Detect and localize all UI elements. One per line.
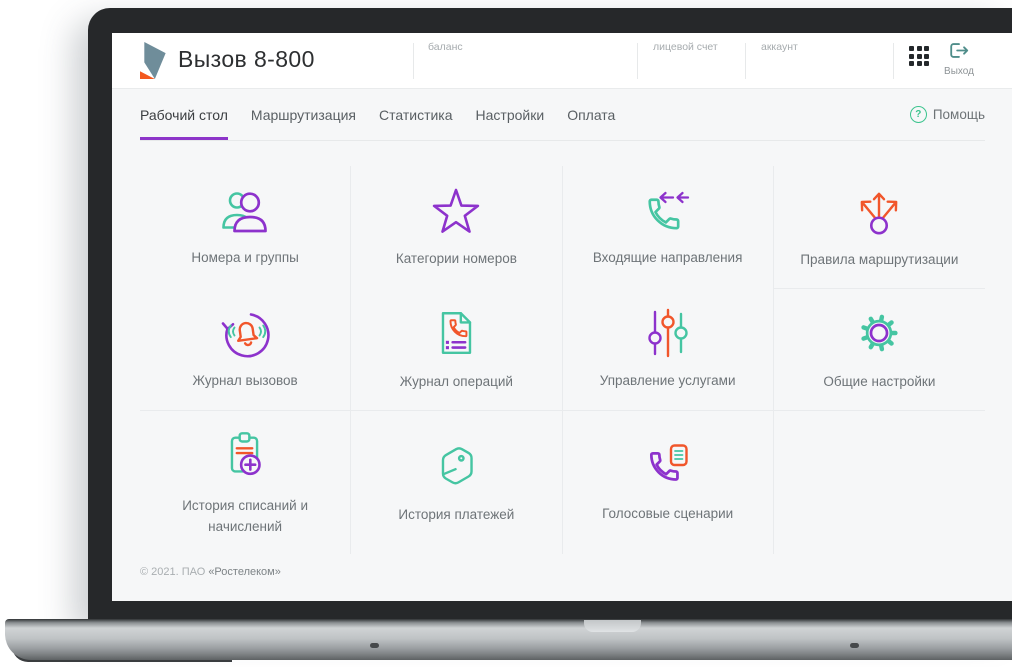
apps-grid-button[interactable] — [909, 46, 931, 68]
tile-charges-history[interactable]: История списаний и начислений — [140, 411, 352, 554]
tab-desktop[interactable]: Рабочий стол — [140, 89, 228, 140]
laptop-lid-notch — [584, 620, 641, 632]
tile-label: Журнал операций — [399, 374, 513, 390]
tile-number-categories[interactable]: Категории номеров — [351, 166, 563, 289]
tab-statistics[interactable]: Статистика — [379, 89, 453, 140]
rubber-foot — [850, 643, 859, 648]
app-title: Вызов 8-800 — [178, 46, 315, 72]
tile-label: Общие настройки — [823, 374, 936, 390]
tile-payment-history[interactable]: История платежей — [351, 411, 563, 554]
footer-copyright: © 2021. ПАО «Ростелеком» — [140, 566, 281, 578]
tile-call-log[interactable]: Журнал вызовов — [140, 289, 352, 411]
help-link[interactable]: ? Помощь — [909, 89, 985, 140]
header-divider — [745, 43, 746, 79]
laptop-screen: Вызов 8-800 баланс лицевой счет аккаунт … — [112, 33, 1012, 601]
rostelecom-logo-icon — [140, 42, 167, 79]
tile-label: История списаний и начислений — [182, 498, 309, 534]
operations-document-icon — [442, 312, 472, 355]
users-icon — [222, 192, 267, 233]
tile-label: Управление услугами — [599, 373, 736, 389]
wallet-icon — [442, 447, 474, 485]
laptop-base — [5, 619, 1012, 660]
tile-label: История платежей — [398, 507, 515, 523]
main-nav: Рабочий стол Маршрутизация Статистика На… — [140, 89, 985, 141]
dashboard-tile-grid: Номера и группы Категории номеров Входящ… — [140, 166, 985, 554]
logout-label: Выход — [944, 66, 974, 77]
gear-icon — [861, 315, 898, 352]
sliders-icon — [647, 309, 688, 358]
logout-button[interactable]: Выход — [938, 42, 980, 77]
star-icon — [433, 189, 480, 234]
tab-routing[interactable]: Маршрутизация — [251, 89, 356, 140]
clipboard-plus-icon — [230, 432, 261, 476]
tile-service-management[interactable]: Управление услугами — [562, 289, 774, 411]
tile-label: Номера и группы — [191, 250, 299, 266]
incoming-call-icon — [648, 192, 689, 230]
empty-grid-cell — [774, 411, 985, 554]
tile-label: Голосовые сценарии — [602, 506, 734, 522]
voice-script-icon — [649, 444, 688, 482]
tile-voice-scenarios[interactable]: Голосовые сценарии — [563, 411, 774, 554]
balance-field-label: баланс — [428, 41, 463, 53]
logout-icon — [950, 43, 969, 58]
tile-routing-rules[interactable]: Правила маршрутизации — [773, 166, 985, 289]
header-divider — [893, 43, 894, 79]
header-divider — [413, 43, 414, 79]
header-divider — [637, 43, 638, 79]
tile-incoming-directions[interactable]: Входящие направления — [563, 166, 774, 289]
tab-payment[interactable]: Оплата — [567, 89, 615, 140]
route-branch-icon — [861, 192, 898, 235]
help-label: Помощь — [932, 107, 985, 122]
call-log-bell-icon — [221, 313, 270, 358]
app-header: Вызов 8-800 баланс лицевой счет аккаунт … — [112, 33, 1012, 89]
tile-operations-log[interactable]: Журнал операций — [351, 289, 563, 411]
tile-label: Входящие направления — [592, 250, 743, 266]
tile-general-settings[interactable]: Общие настройки — [773, 289, 985, 411]
rubber-foot — [370, 643, 379, 648]
question-circle-icon: ? — [909, 106, 927, 123]
tile-label: Правила маршрутизации — [800, 251, 959, 267]
tab-settings[interactable]: Настройки — [476, 89, 545, 140]
account-field-label: аккаунт — [761, 41, 798, 53]
tile-label: Категории номеров — [395, 251, 517, 267]
account-number-field-label: лицевой счет — [653, 41, 718, 53]
tile-label: Журнал вызовов — [192, 373, 298, 389]
tile-numbers-groups[interactable]: Номера и группы — [140, 166, 352, 289]
